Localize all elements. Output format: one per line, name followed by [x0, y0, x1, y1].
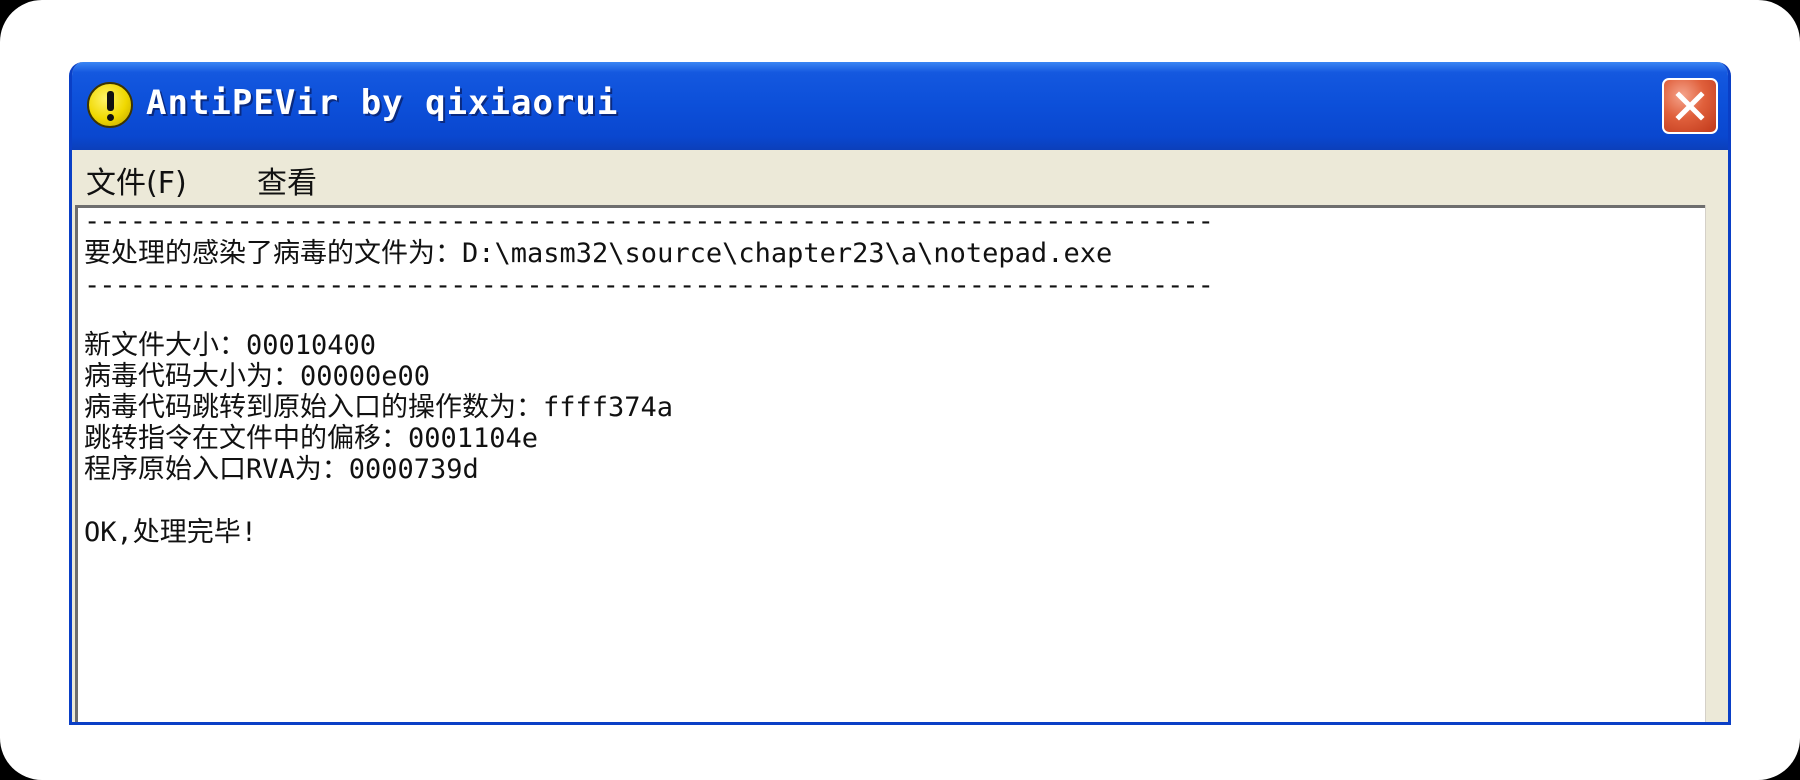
virus-code-size-line: 病毒代码大小为：00000e00 — [84, 361, 431, 392]
close-button[interactable] — [1662, 78, 1718, 134]
done-line: OK,处理完毕! — [84, 517, 258, 548]
target-file-line: 要处理的感染了病毒的文件为：D:\masm32\source\chapter23… — [84, 238, 1113, 269]
exclamation-icon — [87, 82, 133, 128]
separator-line: ----------------------------------------… — [84, 272, 1214, 300]
new-file-size-line: 新文件大小：00010400 — [84, 330, 377, 361]
page-background: AntiPEVir by qixiaorui 文件(F) 查看 --------… — [0, 0, 1800, 780]
window-title: AntiPEVir by qixiaorui — [146, 83, 619, 123]
output-text-area[interactable]: ----------------------------------------… — [75, 205, 1709, 722]
jump-offset-line: 跳转指令在文件中的偏移：0001104e — [84, 423, 539, 454]
title-bar[interactable]: AntiPEVir by qixiaorui — [72, 62, 1728, 151]
app-window: AntiPEVir by qixiaorui 文件(F) 查看 --------… — [69, 62, 1731, 725]
menu-view[interactable]: 查看 — [257, 158, 317, 202]
close-icon — [1675, 91, 1705, 121]
entry-rva-line: 程序原始入口RVA为：0000739d — [84, 454, 479, 485]
menu-bar: 文件(F) 查看 — [72, 150, 1728, 202]
separator-line: ----------------------------------------… — [84, 208, 1214, 236]
jump-operand-line: 病毒代码跳转到原始入口的操作数为：ffff374a — [84, 392, 674, 423]
menu-file[interactable]: 文件(F) — [86, 158, 187, 202]
window-right-edge — [1705, 205, 1728, 722]
output-log: ----------------------------------------… — [84, 208, 1644, 551]
